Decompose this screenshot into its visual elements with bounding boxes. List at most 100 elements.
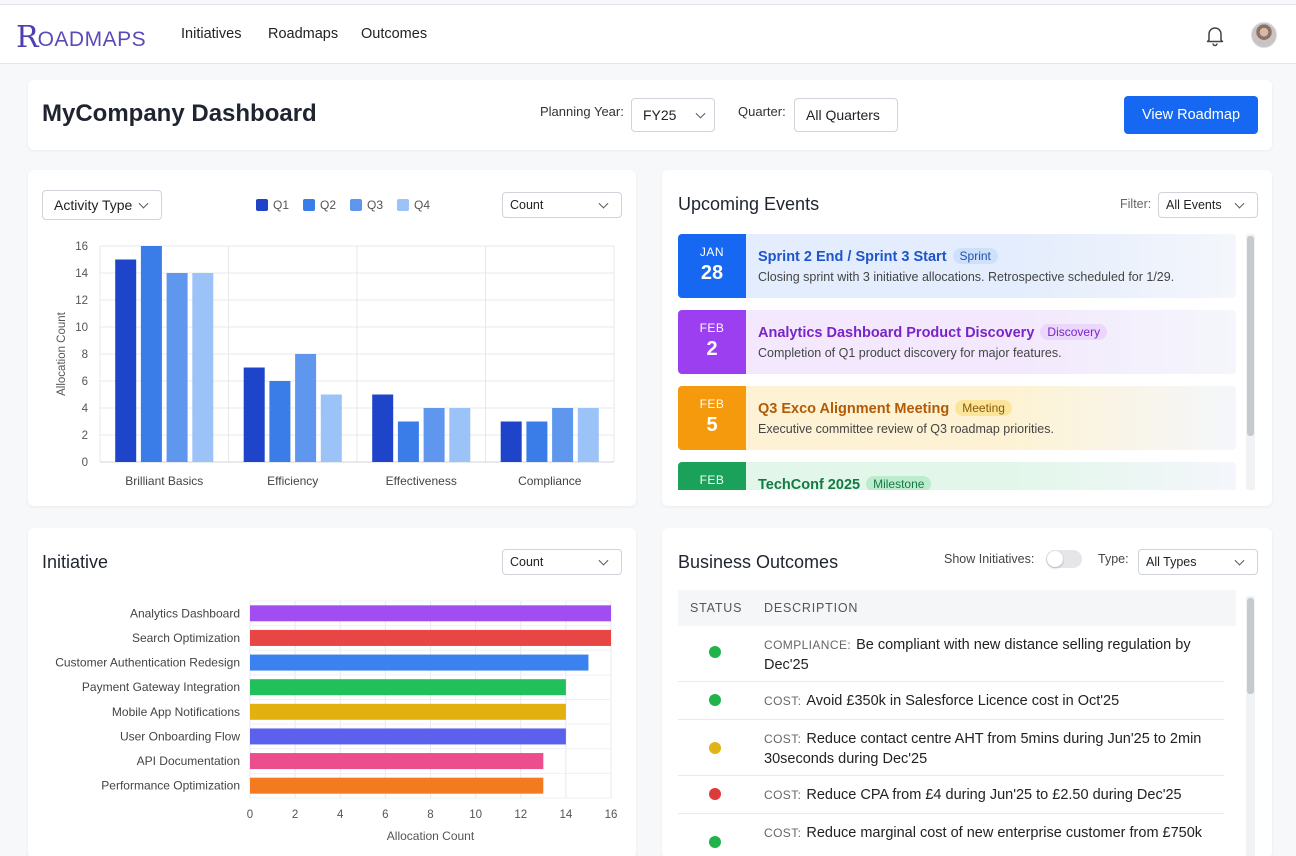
x-axis-label: Allocation Count	[387, 829, 475, 843]
business-outcomes-card: Business Outcomes Show Initiatives: Type…	[662, 528, 1272, 856]
events-scrollbar-thumb[interactable]	[1247, 236, 1254, 436]
status-dot	[709, 788, 721, 800]
event-description: Executive committee review of Q3 roadmap…	[758, 422, 1054, 436]
column-header-description[interactable]: DESCRIPTION	[764, 601, 858, 615]
y-tick-label: 4	[82, 403, 89, 415]
x-tick-label: 6	[382, 809, 388, 821]
x-tick-label: 4	[337, 809, 344, 821]
bar-q3	[552, 408, 574, 462]
bell-icon[interactable]	[1203, 23, 1227, 47]
y-tick-label: 16	[75, 241, 88, 253]
event-title-text: Sprint 2 End / Sprint 3 Start	[758, 249, 947, 265]
upcoming-events-card: Upcoming Events Filter: All Events JAN 28…	[662, 170, 1272, 506]
x-tick-label: Effectiveness	[386, 474, 457, 488]
x-tick-label: 2	[292, 809, 298, 821]
x-tick-label: Brilliant Basics	[125, 474, 203, 488]
event-day: 28	[700, 262, 724, 284]
event-tag: Meeting	[955, 400, 1012, 416]
outcome-description: COST: Reduce marginal cost of new enterpr…	[764, 823, 1214, 843]
table-row[interactable]: COMPLIANCE: Be compliant with new distanc…	[678, 626, 1224, 682]
event-date: FEB 5	[678, 386, 746, 450]
table-row[interactable]: COST: Reduce CPA from £4 during Jun'25 to…	[678, 776, 1224, 814]
bar-initiative	[250, 654, 589, 671]
event-title: Analytics Dashboard Product Discovery Dis…	[758, 324, 1108, 341]
column-header-status[interactable]: STATUS	[690, 601, 742, 615]
show-initiatives-toggle[interactable]	[1046, 550, 1082, 568]
event-title-text: TechConf 2025	[758, 477, 861, 490]
outcomes-scrollbar-thumb[interactable]	[1247, 598, 1254, 694]
bar-initiative	[250, 679, 566, 696]
event-title-text: Analytics Dashboard Product Discovery	[758, 325, 1035, 341]
y-tick-label: User Onboarding Flow	[120, 729, 240, 743]
events-scrollbar[interactable]	[1246, 234, 1255, 490]
bar-q2	[526, 421, 548, 462]
bar-q4	[449, 408, 471, 462]
table-row[interactable]: COST: Reduce contact centre AHT from 5min…	[678, 720, 1224, 776]
y-tick-label: Search Optimization	[132, 631, 240, 645]
bar-q2	[397, 421, 419, 462]
outcome-text: Reduce contact centre AHT from 5mins dur…	[764, 731, 1202, 767]
initiative-chart-card: Initiative Count 0 2 4 6 8 10 12 14 16 Analytics …	[28, 528, 636, 856]
logo-initial: R	[16, 20, 39, 55]
event-item[interactable]: FEB 2 Analytics Dashboard Product Discove…	[678, 310, 1236, 374]
events-title: Upcoming Events	[678, 194, 820, 214]
outcome-text: Reduce marginal cost of new enterprise c…	[806, 825, 1203, 841]
x-tick-label: 8	[427, 809, 433, 821]
outcome-text: Avoid £350k in Salesforce Licence cost i…	[806, 693, 1120, 709]
nav-link-outcomes[interactable]: Outcomes	[361, 26, 427, 42]
event-description: Completion of Q1 product discovery for m…	[758, 346, 1062, 360]
outcome-description: COST: Reduce CPA from £4 during Jun'25 to…	[764, 785, 1214, 805]
y-tick-label: API Documentation	[137, 754, 240, 768]
y-tick-label: 2	[82, 430, 88, 442]
y-tick-label: 12	[75, 295, 88, 307]
quarter-label: Quarter:	[738, 104, 786, 119]
event-item[interactable]: JAN 28 Sprint 2 End / Sprint 3 Start Sprin…	[678, 234, 1236, 298]
event-title-text: Q3 Exco Alignment Meeting	[758, 401, 950, 417]
event-date: FEB	[678, 462, 746, 490]
nav-link-roadmaps[interactable]: Roadmaps	[268, 26, 338, 42]
outcome-type-select[interactable]: All Types	[1138, 549, 1258, 575]
logo-text: OADMAPS	[37, 28, 147, 51]
outcome-description: COST: Avoid £350k in Salesforce Licence c…	[764, 691, 1214, 711]
y-tick-label: 8	[82, 349, 88, 361]
quarter-select[interactable]: All Quarters	[794, 98, 898, 132]
table-row[interactable]: COST: Avoid £350k in Salesforce Licence c…	[678, 682, 1224, 720]
bar-initiative	[250, 629, 611, 646]
user-avatar[interactable]	[1251, 22, 1277, 48]
nav-link-initiatives[interactable]: Initiatives	[181, 26, 241, 42]
page-title: MyCompany Dashboard	[42, 100, 317, 127]
toggle-knob	[1047, 551, 1063, 567]
outcome-category: COST:	[764, 788, 802, 802]
bar-initiative	[250, 605, 611, 622]
outcome-description: COST: Reduce contact centre AHT from 5min…	[764, 729, 1214, 769]
x-tick-label: 0	[247, 809, 253, 821]
chevron-down-icon	[1234, 198, 1245, 209]
event-tag: Sprint	[952, 248, 998, 264]
outcomes-scrollbar[interactable]	[1246, 596, 1255, 856]
event-month: FEB	[699, 473, 725, 487]
table-row[interactable]: COST: Reduce marginal cost of new enterpr…	[678, 814, 1224, 856]
roadmaps-logo[interactable]: R OADMAPS	[16, 19, 146, 53]
events-filter-select[interactable]: All Events	[1158, 192, 1258, 218]
outcome-type-value: All Types	[1146, 555, 1197, 569]
y-tick-label: 6	[82, 376, 88, 388]
planning-year-select[interactable]: FY25	[631, 98, 715, 132]
bar-q2	[269, 381, 291, 462]
bar-q1	[500, 421, 522, 462]
event-item[interactable]: FEB 5 Q3 Exco Alignment Meeting Meeting Ex…	[678, 386, 1236, 450]
event-item[interactable]: FEB TechConf 2025 Milestone	[678, 462, 1236, 490]
events-list: JAN 28 Sprint 2 End / Sprint 3 Start Sprin…	[678, 234, 1238, 490]
y-tick-label: Payment Gateway Integration	[82, 680, 240, 694]
events-filter-value: All Events	[1166, 198, 1222, 212]
x-tick-label: 14	[559, 809, 572, 821]
x-tick-label: Efficiency	[267, 474, 318, 488]
initiative-bar-chart: 0 2 4 6 8 10 12 14 16 Analytics Dashboard Search O…	[55, 600, 617, 843]
event-tag: Discovery	[1040, 324, 1108, 340]
event-day: 2	[706, 338, 718, 360]
y-tick-label: Performance Optimization	[101, 779, 240, 793]
event-title: Q3 Exco Alignment Meeting Meeting	[758, 400, 1012, 417]
view-roadmap-button[interactable]: View Roadmap	[1124, 96, 1258, 134]
activity-chart-card: Activity Type Q1 Q2 Q3 Q4 Count 0 2 4 6 8 10 1…	[28, 170, 636, 506]
bar-initiative	[250, 753, 544, 770]
outcomes-title: Business Outcomes	[678, 552, 839, 572]
